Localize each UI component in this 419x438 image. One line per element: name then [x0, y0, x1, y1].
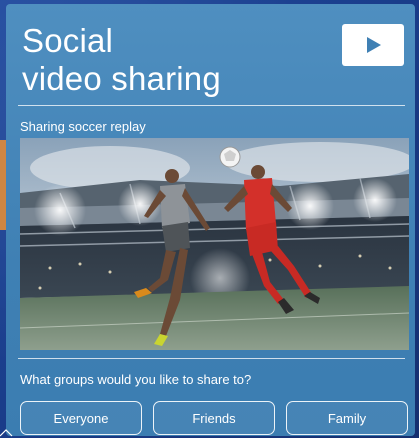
play-button[interactable]	[342, 24, 404, 66]
video-subtitle: Sharing soccer replay	[20, 119, 146, 134]
video-thumbnail[interactable]	[20, 138, 409, 350]
card-title: Social video sharing	[22, 22, 221, 97]
play-icon	[364, 36, 382, 54]
media-divider	[18, 358, 405, 359]
share-question: What groups would you like to share to?	[20, 372, 252, 387]
title-divider	[18, 105, 405, 106]
group-button-everyone[interactable]: Everyone	[20, 401, 142, 435]
group-button-friends[interactable]: Friends	[153, 401, 275, 435]
corner-chevron-icon	[0, 429, 13, 437]
share-group-options: Everyone Friends Family	[20, 401, 408, 435]
group-button-family[interactable]: Family	[286, 401, 408, 435]
share-card: Social video sharing Sharing soccer repl…	[6, 4, 415, 436]
